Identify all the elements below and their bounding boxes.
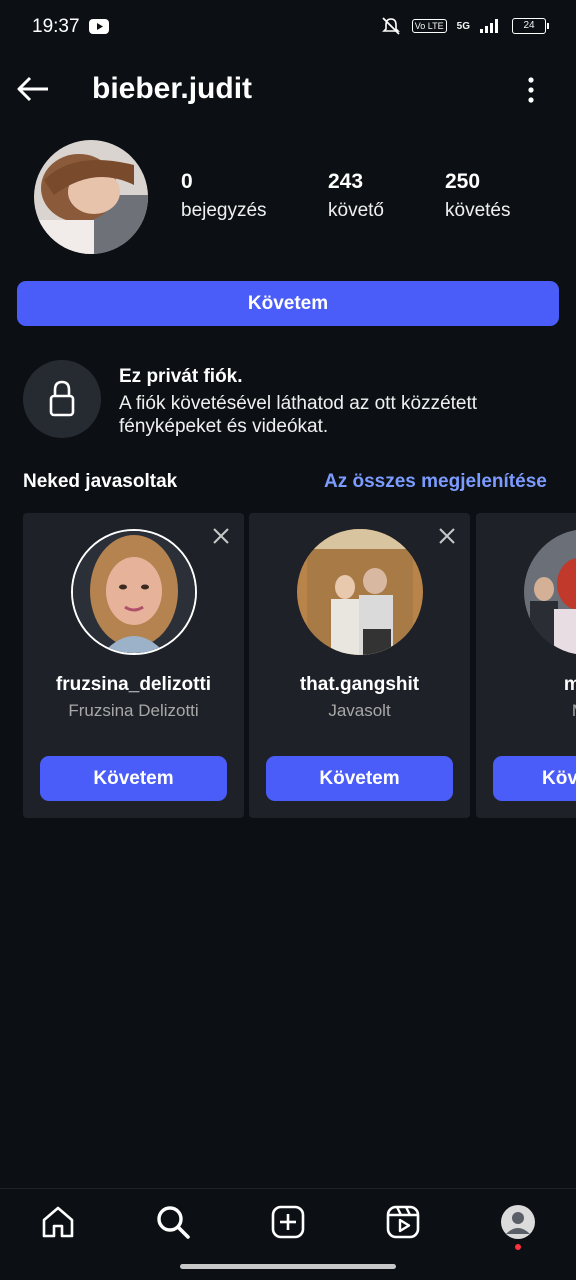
back-arrow-icon[interactable] [14, 70, 54, 110]
followers-stat[interactable]: 243 követő [328, 170, 384, 222]
posts-stat[interactable]: 0 bejegyzés [181, 170, 267, 222]
suggestion-avatar[interactable] [71, 529, 197, 655]
home-indicator[interactable] [180, 1264, 396, 1269]
profile-icon[interactable] [500, 1204, 536, 1240]
profile-username: bieber.judit [92, 72, 253, 105]
followers-label: követő [328, 200, 384, 221]
private-account-description: A fiók követésével láthatod az ott közzé… [119, 393, 478, 437]
suggestion-avatar[interactable] [297, 529, 423, 655]
home-icon[interactable] [40, 1204, 76, 1240]
lock-icon [49, 380, 75, 417]
suggestion-follow-button[interactable]: Követem [40, 756, 227, 801]
suggestion-follow-button[interactable]: Köv [493, 756, 576, 801]
posts-count: 0 [181, 170, 193, 193]
following-count: 250 [445, 170, 481, 193]
create-icon[interactable] [270, 1204, 306, 1240]
suggestion-avatar[interactable] [524, 529, 576, 655]
suggestion-subtitle: Fruzsina Delizotti [68, 701, 199, 720]
suggestion-card[interactable]: that.gangshit Javasolt Követem [249, 513, 470, 818]
mute-icon [381, 17, 400, 35]
suggestion-username[interactable]: that.gangshit [249, 674, 470, 696]
close-icon[interactable] [210, 525, 232, 547]
suggestion-follow-button[interactable]: Követem [266, 756, 453, 801]
close-icon[interactable] [436, 525, 458, 547]
followers-count: 243 [328, 170, 364, 193]
suggestions-title: Neked javasoltak [23, 471, 178, 492]
lock-badge [23, 360, 101, 438]
follow-button[interactable]: Követem [17, 281, 559, 326]
battery-icon: 24 [512, 18, 549, 34]
see-all-link[interactable]: Az összes megjelenítése [324, 471, 547, 493]
profile-avatar[interactable] [34, 140, 148, 254]
suggestion-username[interactable]: mate [486, 674, 576, 696]
private-account-title: Ez privát fiók. [119, 366, 243, 387]
posts-label: bejegyzés [181, 200, 267, 221]
volte-badge: Vo LTE [411, 19, 447, 33]
reels-icon[interactable] [385, 1204, 421, 1240]
youtube-notification-icon [89, 19, 109, 34]
suggestion-subtitle: Javasolt [328, 701, 391, 720]
following-label: követés [445, 200, 511, 221]
network-type: 5G [456, 20, 470, 32]
suggestion-card[interactable]: fruzsina_delizotti Fruzsina Delizotti Kö… [23, 513, 244, 818]
following-stat[interactable]: 250 követés [445, 170, 510, 222]
signal-icon [480, 19, 498, 33]
status-indicators: Vo LTE 5G 24 [380, 16, 549, 36]
more-vertical-icon[interactable] [514, 72, 548, 110]
suggestion-card[interactable]: mate Mát Köv [476, 513, 576, 818]
status-time: 19:37 [32, 16, 80, 37]
suggestion-subtitle: Mát [486, 701, 576, 721]
notification-dot [515, 1244, 521, 1250]
suggestion-username[interactable]: fruzsina_delizotti [23, 674, 244, 696]
status-bar: 19:37 Vo LTE 5G 24 [0, 0, 576, 54]
search-icon[interactable] [155, 1204, 191, 1240]
